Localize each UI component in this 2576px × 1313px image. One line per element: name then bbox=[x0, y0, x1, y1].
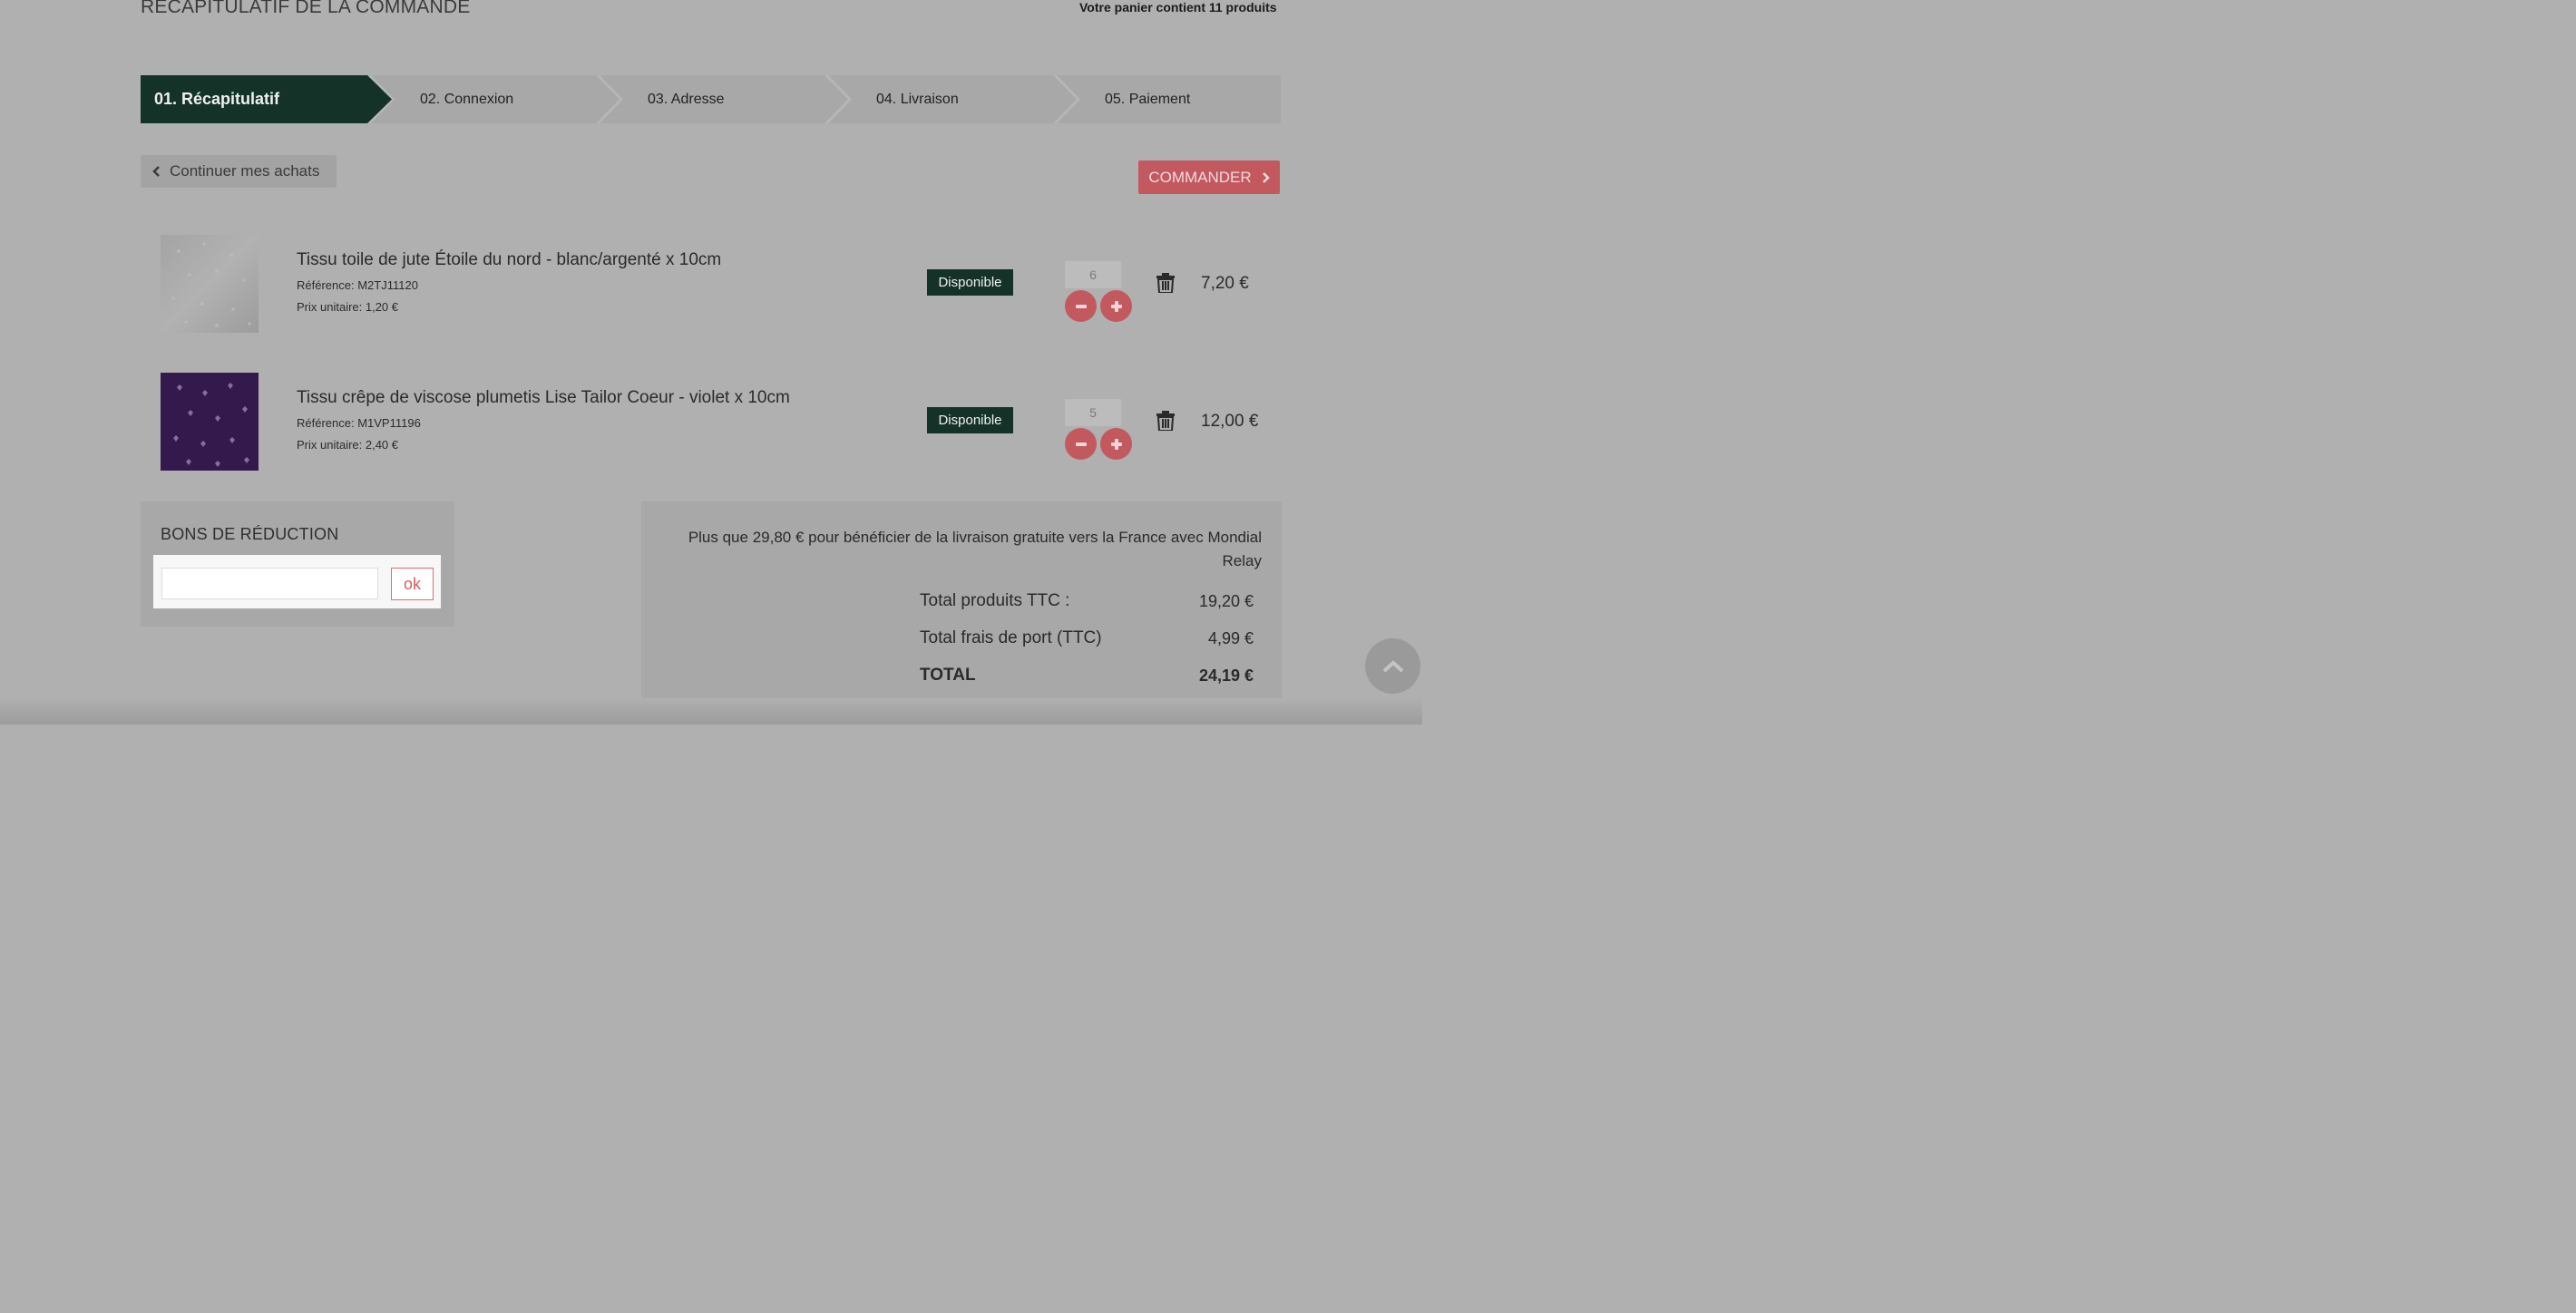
minus-icon bbox=[1075, 442, 1087, 446]
voucher-submit-button[interactable]: ok bbox=[391, 568, 434, 600]
free-shipping-message: Plus que 29,80 € pour bénéficier de la l… bbox=[688, 529, 1262, 569]
product-name[interactable]: Tissu toile de jute Étoile du nord - bla… bbox=[297, 250, 721, 270]
quantity-input[interactable]: 5 bbox=[1065, 399, 1121, 426]
order-button[interactable]: COMMANDER bbox=[1138, 160, 1280, 194]
continue-shopping-button[interactable]: Continuer mes achats bbox=[141, 155, 337, 188]
step-recapitulatif[interactable]: 01. Récapitulatif bbox=[154, 75, 279, 123]
bottom-shadow bbox=[0, 698, 1422, 725]
availability-badge: Disponible bbox=[927, 407, 1013, 433]
scroll-to-top-button[interactable] bbox=[1365, 638, 1420, 694]
chevron-up-icon bbox=[1382, 659, 1403, 672]
minus-icon bbox=[1075, 304, 1087, 308]
product-total: 7,20 € bbox=[1201, 274, 1249, 293]
step-adresse[interactable]: 03. Adresse bbox=[648, 75, 725, 123]
grand-total-label: TOTAL bbox=[920, 666, 976, 685]
page-title: RÉCAPITULATIF DE LA COMMANDE bbox=[141, 0, 471, 17]
continue-shopping-label: Continuer mes achats bbox=[170, 162, 320, 180]
order-label: COMMANDER bbox=[1148, 168, 1252, 186]
chevron-right-icon bbox=[1262, 171, 1270, 183]
grand-total-value: 24,19 € bbox=[1198, 666, 1254, 685]
total-shipping-value: 4,99 € bbox=[1207, 629, 1254, 647]
cart-count: Votre panier contient 11 produits bbox=[1079, 0, 1277, 15]
step-connexion[interactable]: 02. Connexion bbox=[420, 75, 513, 123]
decrease-quantity-button[interactable] bbox=[1065, 290, 1097, 322]
chevron-left-icon bbox=[152, 166, 160, 177]
total-shipping-label: Total frais de port (TTC) bbox=[920, 628, 1102, 647]
trash-icon[interactable] bbox=[1156, 273, 1176, 293]
total-products-label: Total produits TTC : bbox=[920, 591, 1070, 610]
plus-icon bbox=[1110, 300, 1122, 312]
trash-icon[interactable] bbox=[1156, 411, 1176, 431]
product-unit-price: Prix unitaire: 2,40 € bbox=[297, 438, 399, 452]
availability-badge: Disponible bbox=[927, 269, 1013, 296]
product-reference: Référence: M2TJ11120 bbox=[297, 278, 418, 292]
total-products-value: 19,20 € bbox=[1198, 592, 1254, 610]
product-total: 12,00 € bbox=[1201, 412, 1259, 431]
checkout-steps: 01. Récapitulatif 02. Connexion 03. Adre… bbox=[141, 75, 1281, 123]
step-paiement[interactable]: 05. Paiement bbox=[1105, 75, 1190, 123]
increase-quantity-button[interactable] bbox=[1100, 428, 1132, 460]
step-livraison[interactable]: 04. Livraison bbox=[876, 75, 959, 123]
voucher-title: BONS DE RÉDUCTION bbox=[161, 525, 339, 543]
voucher-input[interactable] bbox=[161, 568, 378, 599]
plus-icon bbox=[1110, 438, 1122, 450]
product-name[interactable]: Tissu crêpe de viscose plumetis Lise Tai… bbox=[297, 388, 790, 408]
decrease-quantity-button[interactable] bbox=[1065, 428, 1097, 460]
product-reference: Référence: M1VP11196 bbox=[297, 416, 421, 430]
product-image[interactable] bbox=[161, 373, 259, 471]
increase-quantity-button[interactable] bbox=[1100, 290, 1132, 322]
product-unit-price: Prix unitaire: 1,20 € bbox=[297, 300, 399, 314]
quantity-input[interactable]: 6 bbox=[1065, 261, 1121, 288]
product-image[interactable] bbox=[161, 235, 259, 333]
